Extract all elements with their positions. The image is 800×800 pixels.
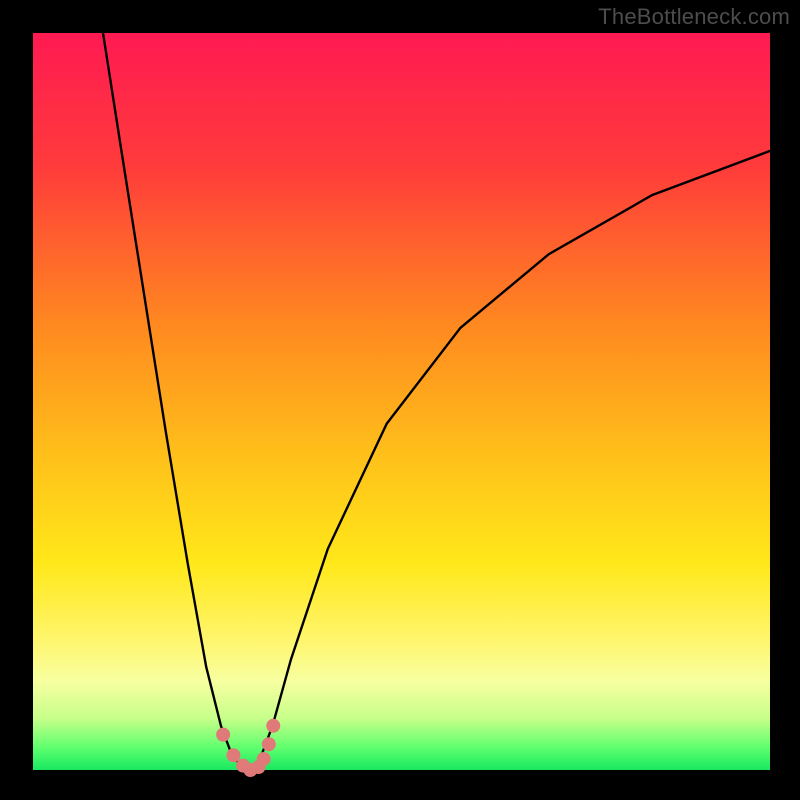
plot-background <box>33 33 770 770</box>
valley-marker <box>226 748 240 762</box>
chart-frame: TheBottleneck.com <box>0 0 800 800</box>
bottleneck-chart <box>0 0 800 800</box>
valley-marker <box>262 737 276 751</box>
valley-marker <box>216 728 230 742</box>
valley-marker <box>266 719 280 733</box>
attribution-label: TheBottleneck.com <box>598 4 790 30</box>
valley-marker <box>257 752 271 766</box>
